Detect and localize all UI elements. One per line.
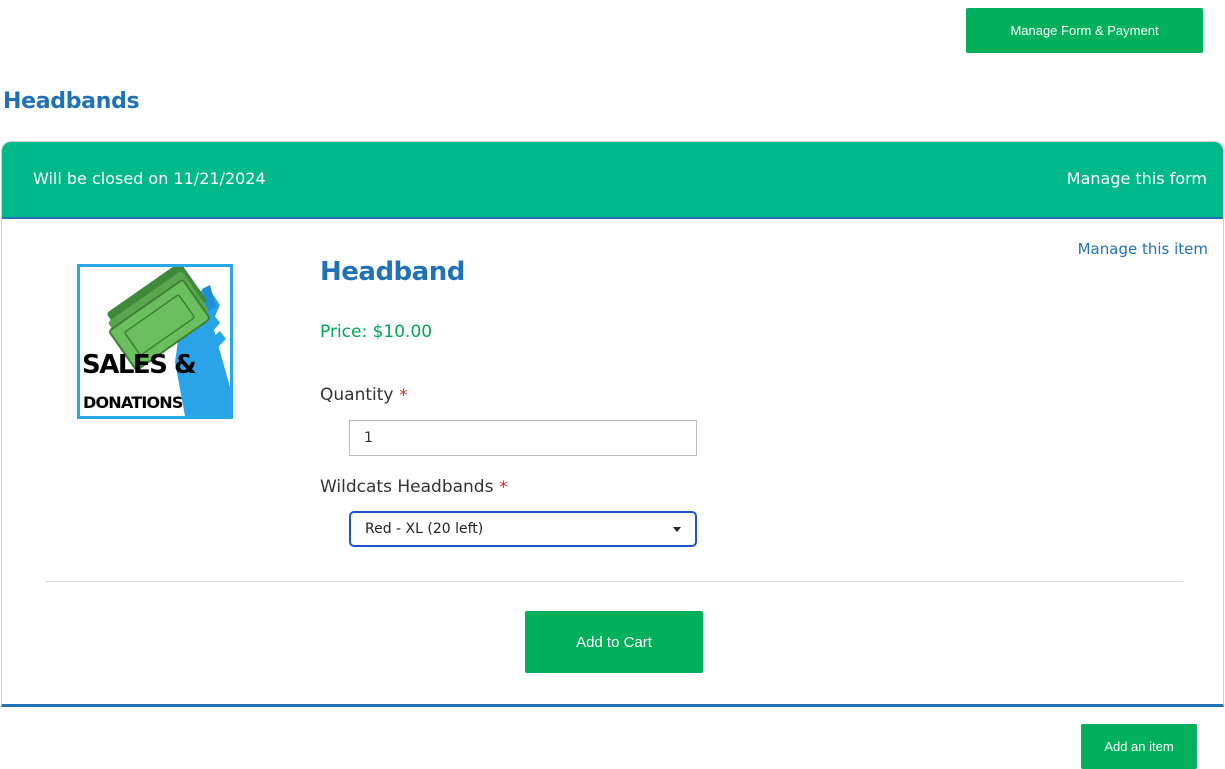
add-item-button[interactable]: Add an item [1081, 724, 1197, 769]
headband-option-select[interactable]: Red - XL (20 left) [349, 511, 697, 547]
selected-option: Red - XL (20 left) [365, 521, 484, 537]
divider [46, 581, 1183, 582]
chevron-down-icon [673, 526, 681, 532]
form-closing-date: Will be closed on 11/21/2024 [33, 169, 266, 188]
form-card: Will be closed on 11/21/2024 Manage this… [1, 141, 1224, 707]
required-mark: * [499, 477, 508, 496]
required-mark: * [399, 385, 408, 404]
logo-text-donations: DONATIONS [83, 393, 183, 412]
logo-text-sales: SALES & [82, 350, 197, 380]
form-header: Will be closed on 11/21/2024 Manage this… [2, 142, 1223, 219]
item-name: Headband [320, 257, 465, 287]
manage-item-link[interactable]: Manage this item [1078, 240, 1208, 258]
headbands-option-label: Wildcats Headbands * [320, 477, 507, 497]
manage-form-payment-button[interactable]: Manage Form & Payment [966, 8, 1203, 53]
quantity-label-text: Quantity [320, 385, 394, 405]
headbands-option-label-text: Wildcats Headbands [320, 477, 494, 497]
manage-form-link[interactable]: Manage this form [1067, 169, 1207, 188]
section-title: Headbands [3, 89, 140, 114]
quantity-label: Quantity * [320, 385, 407, 405]
item-image: SALES & DONATIONS [77, 264, 233, 419]
add-to-cart-button[interactable]: Add to Cart [525, 611, 703, 673]
quantity-input[interactable] [349, 420, 697, 456]
item-price: Price: $10.00 [320, 322, 433, 342]
